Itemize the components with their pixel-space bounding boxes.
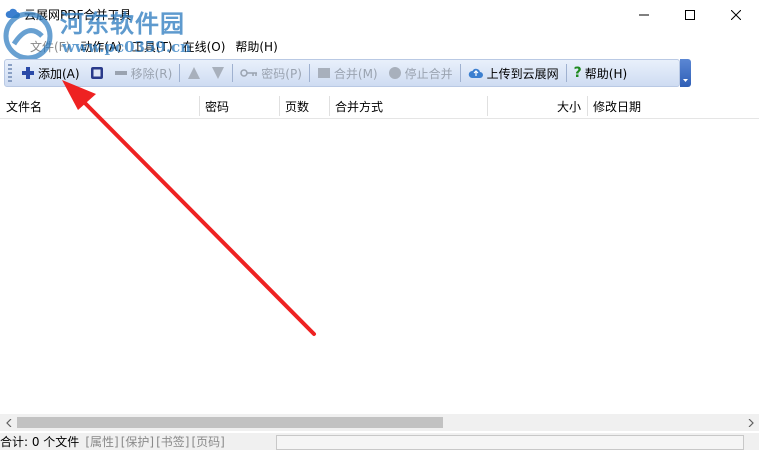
status-bookmarks: [书签] [156, 435, 190, 449]
scrollbar-thumb[interactable] [17, 417, 443, 428]
arrow-up-icon [188, 67, 201, 79]
chevron-right-icon [748, 418, 754, 427]
scroll-left-button[interactable] [0, 414, 17, 431]
column-divider[interactable] [329, 96, 330, 116]
toolbar-separator [565, 64, 567, 82]
window-title: 云展网PDF合并工具 [24, 8, 132, 22]
help-question-icon: ? [573, 65, 582, 81]
column-header-password[interactable]: 密码 [205, 98, 229, 115]
plus-icon [22, 67, 34, 79]
arrow-down-icon [212, 67, 225, 79]
password-button[interactable]: 密码(P) [235, 62, 307, 84]
toolbar-separator [232, 64, 234, 82]
toolbar-overflow-button[interactable] [680, 59, 691, 87]
file-list-header: 文件名 密码 页数 合并方式 大小 修改日期 [0, 94, 759, 119]
help-label: 帮助(H) [584, 66, 628, 81]
toolbar-grip[interactable] [8, 64, 12, 82]
close-icon [731, 10, 741, 20]
column-divider[interactable] [587, 96, 588, 116]
cloud-icon [468, 68, 483, 78]
menu-file[interactable]: 文件(F) [0, 38, 75, 55]
merge-icon [317, 68, 330, 78]
column-header-size[interactable]: 大小 [557, 98, 581, 115]
merge-label: 合并(M) [333, 66, 378, 81]
close-button[interactable] [713, 0, 759, 30]
title-bar: 云展网PDF合并工具 [0, 0, 759, 30]
chevron-down-icon [683, 79, 688, 82]
menu-tools[interactable]: 工具(T) [127, 38, 178, 55]
column-divider[interactable] [279, 96, 280, 116]
chevron-left-icon [5, 418, 11, 427]
help-button[interactable]: ? 帮助(H) [569, 62, 633, 84]
column-divider[interactable] [487, 96, 488, 116]
column-header-merge-mode[interactable]: 合并方式 [335, 98, 383, 115]
key-icon [240, 69, 258, 77]
maximize-button[interactable] [667, 0, 713, 30]
status-bar: 合计: 0 个文件 [属性] [保护] [书签] [页码] [0, 433, 759, 450]
remove-button[interactable]: 移除(R) [109, 62, 178, 84]
stop-label: 停止合并 [404, 66, 453, 81]
menu-help[interactable]: 帮助(H) [230, 38, 282, 55]
minimize-button[interactable] [621, 0, 667, 30]
clear-button[interactable] [85, 62, 109, 84]
file-list[interactable] [0, 119, 759, 414]
horizontal-scrollbar[interactable] [0, 414, 759, 431]
toolbar-separator [179, 64, 181, 82]
status-page-numbers: [页码] [191, 435, 225, 449]
add-button[interactable]: 添加(A) [16, 62, 85, 84]
stop-merge-button[interactable]: 停止合并 [383, 62, 458, 84]
status-properties: [属性] [85, 435, 119, 449]
move-up-button[interactable] [182, 62, 206, 84]
upload-label: 上传到云展网 [486, 66, 559, 81]
column-header-modified-date[interactable]: 修改日期 [593, 98, 641, 115]
toolbar-separator [459, 64, 461, 82]
column-header-pages[interactable]: 页数 [285, 98, 309, 115]
scroll-right-button[interactable] [742, 414, 759, 431]
column-header-filename[interactable]: 文件名 [6, 98, 42, 115]
app-cloud-icon [5, 8, 21, 18]
status-protection: [保护] [120, 435, 155, 449]
stop-icon [388, 67, 401, 79]
minus-icon [114, 71, 127, 75]
add-label: 添加(A) [38, 66, 80, 81]
remove-label: 移除(R) [130, 66, 173, 81]
maximize-icon [685, 10, 695, 20]
status-total: 合计: 0 个文件 [0, 435, 80, 449]
password-label: 密码(P) [261, 66, 302, 81]
menu-online[interactable]: 在线(O) [178, 38, 231, 55]
upload-button[interactable]: 上传到云展网 [463, 62, 564, 84]
menu-bar: 文件(F) 动作(A) 工具(T) 在线(O) 帮助(H) [0, 36, 759, 56]
merge-button[interactable]: 合并(M) [312, 62, 383, 84]
progress-bar [276, 435, 744, 450]
move-down-button[interactable] [206, 62, 230, 84]
column-divider[interactable] [199, 96, 200, 116]
toolbar-separator [308, 64, 310, 82]
clear-list-icon [90, 67, 103, 79]
toolbar: 添加(A) 移除(R) 密码(P) 合并(M) 停止合并 上传到云展网 ? 帮助… [4, 59, 691, 87]
menu-action[interactable]: 动作(A) [75, 38, 127, 55]
minimize-icon [639, 14, 649, 16]
